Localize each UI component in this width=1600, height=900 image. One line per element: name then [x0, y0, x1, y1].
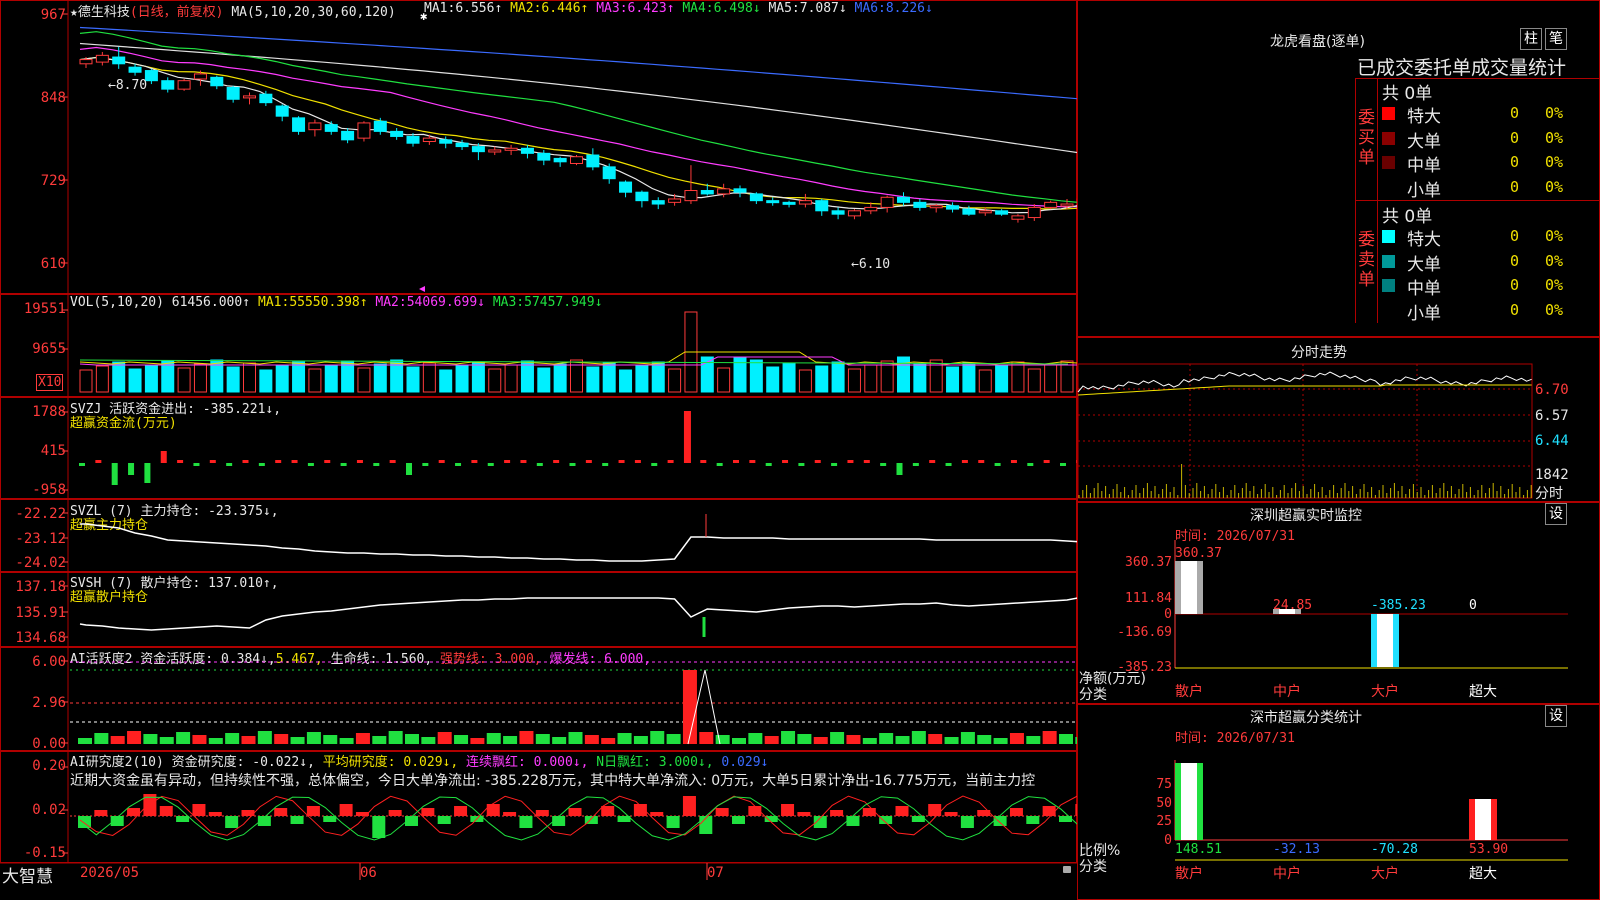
- intraday-frame: [1077, 363, 1533, 499]
- right-charts: 360.37111.840-136.69-385.23360.3724.85 -3…: [1077, 363, 1568, 882]
- sh-tick-1: 75: [1156, 777, 1172, 792]
- sz-tick-2: 111.84: [1125, 591, 1172, 606]
- sz-cat-1: 散户: [1175, 683, 1203, 700]
- sz-bar-large-edge: [1371, 614, 1377, 667]
- sh-value-2: -32.13: [1273, 842, 1320, 857]
- sz-bar-large-edge: [1393, 614, 1399, 667]
- sh-cat-1: 散户: [1175, 865, 1203, 882]
- sz-cat-2: 中户: [1273, 683, 1301, 700]
- sh-bar-super-edge: [1469, 799, 1475, 840]
- intraday-avg-line: [1077, 384, 1532, 396]
- sh-tick-2: 50: [1156, 796, 1172, 811]
- sh-bar-retail-edge: [1197, 763, 1203, 840]
- sz-tick-5: -385.23: [1117, 660, 1172, 675]
- sz-tick-3: 0: [1164, 607, 1172, 622]
- sh-bar-super-edge: [1491, 799, 1497, 840]
- sh-value-4: 53.90: [1469, 842, 1508, 857]
- sh-value-1: 148.51: [1175, 842, 1222, 857]
- sz-value-2: 24.85: [1273, 598, 1312, 613]
- sz-bar-retail-edge: [1197, 561, 1203, 614]
- sh-cat-3: 大户: [1371, 865, 1399, 882]
- sz-value-4: 0: [1469, 598, 1477, 613]
- sh-cat-2: 中户: [1273, 865, 1301, 882]
- sz-cat-3: 大户: [1371, 683, 1399, 700]
- sz-tick-4: -136.69: [1117, 625, 1172, 640]
- sz-cat-4: 超大: [1469, 684, 1497, 700]
- sh-value-3: -70.28: [1371, 842, 1418, 857]
- sz-tick-1: 360.37: [1125, 555, 1172, 570]
- sh-cat-4: 超大: [1469, 866, 1497, 882]
- sz-value-3: -385.23: [1371, 598, 1426, 613]
- sh-tick-3: 25: [1156, 814, 1172, 829]
- sz-bar-retail-edge: [1175, 561, 1181, 614]
- sh-tick-4: 0: [1164, 833, 1172, 848]
- sh-bar-retail-edge: [1175, 763, 1181, 840]
- sz-value-1: 360.37: [1175, 546, 1222, 561]
